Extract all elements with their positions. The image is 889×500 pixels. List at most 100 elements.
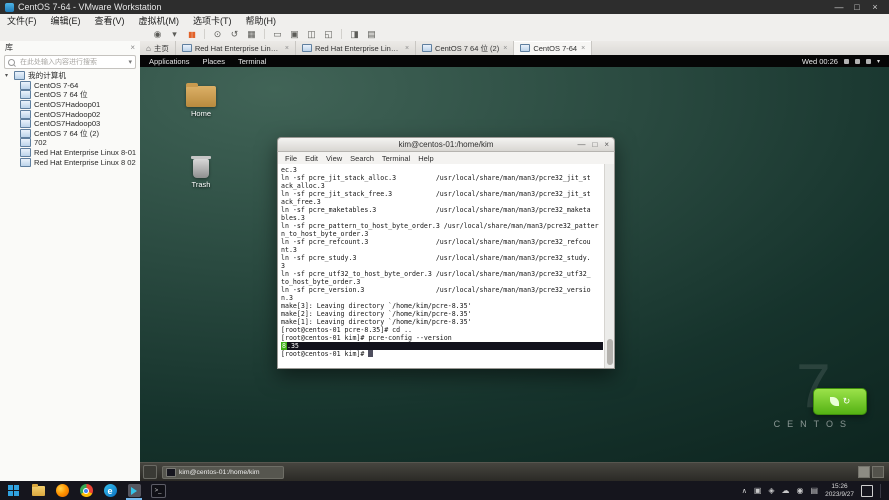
network-tray-icon[interactable]: ▤ bbox=[811, 486, 819, 495]
tree-item-vm[interactable]: CentOS 7 64 位 bbox=[0, 90, 140, 100]
update-arrows-icon: ↻ bbox=[843, 396, 851, 407]
tree-item-vm[interactable]: CentOS 7 64 位 (2) bbox=[0, 129, 140, 139]
taskbar-vmware[interactable] bbox=[122, 481, 146, 500]
tree-item-vm[interactable]: 702 bbox=[0, 138, 140, 148]
thumbnail-bar-button[interactable]: ◫ bbox=[306, 28, 317, 41]
tree-item-vm[interactable]: CentOS 7-64 bbox=[0, 81, 140, 91]
terminal-body[interactable]: ec.3 ln -sf pcre_jit_stack_alloc.3 /usr/… bbox=[277, 164, 615, 369]
terminal-menu-file[interactable]: File bbox=[281, 154, 301, 163]
gnome-clock[interactable]: Wed 00:26 bbox=[802, 57, 838, 66]
menu-help[interactable]: 帮助(H) bbox=[239, 14, 284, 27]
tab-home[interactable]: ⌂ 主页 bbox=[140, 41, 176, 55]
terminal-output: ec.3 ln -sf pcre_jit_stack_alloc.3 /usr/… bbox=[281, 166, 603, 342]
show-desktop-button[interactable] bbox=[143, 465, 157, 479]
revert-snapshot-button[interactable]: ↺ bbox=[229, 28, 240, 41]
menu-vm[interactable]: 虚拟机(M) bbox=[132, 14, 187, 27]
power-caret-icon[interactable]: ▾ bbox=[169, 28, 180, 41]
vmware-icon bbox=[128, 484, 141, 497]
suspend-button[interactable]: ▮▮ bbox=[186, 28, 197, 41]
taskbar-window-button[interactable]: kim@centos-01:/home/kim bbox=[162, 466, 284, 479]
terminal-minimize-button[interactable]: — bbox=[577, 140, 585, 149]
terminal-window[interactable]: kim@centos-01:/home/kim — □ × File Edit … bbox=[277, 137, 615, 369]
tab-close-icon[interactable]: × bbox=[581, 45, 585, 52]
workspace-2[interactable] bbox=[872, 466, 884, 478]
terminal-menu-terminal[interactable]: Terminal bbox=[378, 154, 414, 163]
menu-view[interactable]: 查看(V) bbox=[88, 14, 132, 27]
tree-item-vm[interactable]: CentOS7Hadoop01 bbox=[0, 100, 140, 110]
terminal-appmenu[interactable]: Terminal bbox=[238, 57, 266, 66]
action-center-icon[interactable] bbox=[861, 485, 873, 497]
vmware-tray-icon[interactable]: ▣ bbox=[754, 486, 762, 495]
power-icon[interactable] bbox=[866, 59, 871, 64]
taskbar-clock[interactable]: 15:26 2023/9/27 bbox=[825, 483, 854, 499]
scrollbar-thumb[interactable] bbox=[607, 339, 613, 365]
terminal-menu-edit[interactable]: Edit bbox=[301, 154, 322, 163]
tree-item-vm[interactable]: CentOS7Hadoop02 bbox=[0, 109, 140, 119]
terminal-titlebar[interactable]: kim@centos-01:/home/kim — □ × bbox=[277, 137, 615, 152]
places-menu[interactable]: Places bbox=[202, 57, 225, 66]
search-input[interactable] bbox=[18, 58, 125, 67]
notification-badge[interactable]: ↻ bbox=[813, 388, 867, 415]
terminal-menubar: File Edit View Search Terminal Help bbox=[277, 152, 615, 164]
tray-chevron-icon[interactable]: ∧ bbox=[742, 487, 747, 495]
vm-label: CentOS 7-64 bbox=[34, 81, 78, 90]
console-view-button[interactable]: ▭ bbox=[272, 28, 283, 41]
terminal-title: kim@centos-01:/home/kim bbox=[399, 140, 494, 149]
terminal-close-button[interactable]: × bbox=[604, 140, 609, 149]
unity-button[interactable]: ◨ bbox=[349, 28, 360, 41]
menu-file[interactable]: 文件(F) bbox=[0, 14, 44, 27]
show-desktop-sliver[interactable] bbox=[880, 484, 884, 498]
workspace-1[interactable] bbox=[858, 466, 870, 478]
free-stretch-button[interactable]: ▤ bbox=[366, 28, 377, 41]
volume-tray-icon[interactable]: ◉ bbox=[797, 486, 804, 495]
tree-item-vm[interactable]: Red Hat Enterprise Linux 8 02 bbox=[0, 157, 140, 167]
network-icon[interactable] bbox=[855, 59, 860, 64]
tab-centos7-64-2[interactable]: CentOS 7 64 位 (2) × bbox=[416, 41, 514, 55]
menu-tabs[interactable]: 选项卡(T) bbox=[186, 14, 239, 27]
start-button[interactable] bbox=[0, 481, 26, 500]
home-icon: ⌂ bbox=[146, 44, 151, 53]
library-search[interactable]: ▾ bbox=[4, 55, 136, 69]
search-caret-icon[interactable]: ▾ bbox=[128, 58, 132, 66]
expand-icon[interactable]: ▾ bbox=[5, 72, 11, 79]
desktop-icon-trash[interactable]: Trash bbox=[173, 159, 229, 189]
take-snapshot-button[interactable]: ⊙ bbox=[212, 28, 223, 41]
tab-rhel8-01[interactable]: Red Hat Enterprise Linux 8-01 × bbox=[296, 41, 416, 55]
close-button[interactable]: × bbox=[866, 2, 884, 12]
minimize-button[interactable]: — bbox=[830, 2, 848, 12]
tree-item-vm[interactable]: Red Hat Enterprise Linux 8-01 bbox=[0, 148, 140, 158]
tab-close-icon[interactable]: × bbox=[503, 45, 507, 52]
volume-icon[interactable] bbox=[844, 59, 849, 64]
library-close-button[interactable]: × bbox=[130, 43, 135, 52]
search-icon bbox=[8, 59, 15, 66]
taskbar-firefox[interactable] bbox=[50, 481, 74, 500]
user-menu-caret-icon[interactable]: ▾ bbox=[877, 58, 880, 65]
security-tray-icon[interactable]: ◈ bbox=[768, 486, 774, 495]
tree-item-vm[interactable]: CentOS7Hadoop03 bbox=[0, 119, 140, 129]
tab-centos7-64-active[interactable]: CentOS 7-64 × bbox=[514, 41, 592, 55]
tree-root-my-computer[interactable]: ▾ 我的计算机 bbox=[0, 71, 140, 81]
taskbar-file-explorer[interactable] bbox=[26, 481, 50, 500]
vm-label: CentOS 7 64 位 (2) bbox=[34, 129, 99, 139]
taskbar-edge[interactable]: e bbox=[98, 481, 122, 500]
tab-close-icon[interactable]: × bbox=[405, 45, 409, 52]
desktop-icon-home[interactable]: Home bbox=[173, 86, 229, 118]
tab-rhel8-02[interactable]: Red Hat Enterprise Linux 8 02 × bbox=[176, 41, 296, 55]
tab-close-icon[interactable]: × bbox=[285, 45, 289, 52]
snapshot-manager-button[interactable]: ▦ bbox=[246, 28, 257, 41]
vm-display[interactable]: Applications Places Terminal Wed 00:26 ▾… bbox=[140, 55, 889, 481]
taskbar-chrome[interactable] bbox=[74, 481, 98, 500]
terminal-maximize-button[interactable]: □ bbox=[592, 140, 597, 149]
taskbar-terminal[interactable]: >_ bbox=[146, 481, 170, 500]
terminal-menu-search[interactable]: Search bbox=[346, 154, 378, 163]
cloud-tray-icon[interactable]: ☁ bbox=[782, 486, 790, 495]
terminal-scrollbar[interactable] bbox=[604, 164, 614, 368]
terminal-menu-view[interactable]: View bbox=[322, 154, 346, 163]
fullscreen-button[interactable]: ◱ bbox=[323, 28, 334, 41]
library-toggle-button[interactable]: ▣ bbox=[289, 28, 300, 41]
terminal-menu-help[interactable]: Help bbox=[414, 154, 437, 163]
menu-edit[interactable]: 编辑(E) bbox=[44, 14, 88, 27]
maximize-button[interactable]: □ bbox=[848, 2, 866, 12]
power-button[interactable]: ◉ bbox=[152, 28, 163, 41]
applications-menu[interactable]: Applications bbox=[149, 57, 189, 66]
